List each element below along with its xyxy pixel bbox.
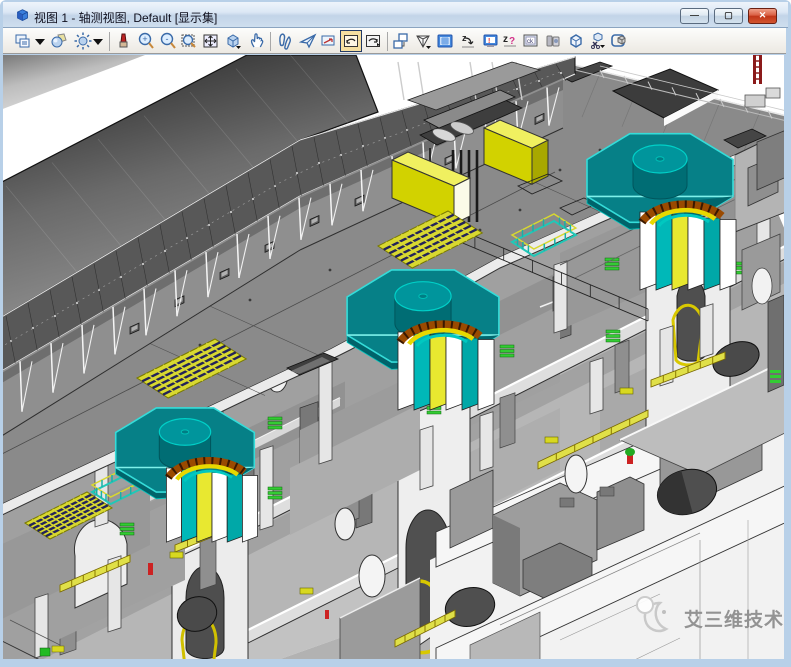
svg-text:!: ! [488, 38, 490, 45]
svg-text:z: z [503, 34, 508, 45]
svg-text:艾三维技术: 艾三维技术 [684, 608, 784, 631]
svg-text:?: ? [509, 36, 515, 47]
svg-text:-: - [166, 34, 169, 44]
svg-text:+: + [142, 34, 147, 44]
svg-text:ck: ck [527, 39, 534, 45]
